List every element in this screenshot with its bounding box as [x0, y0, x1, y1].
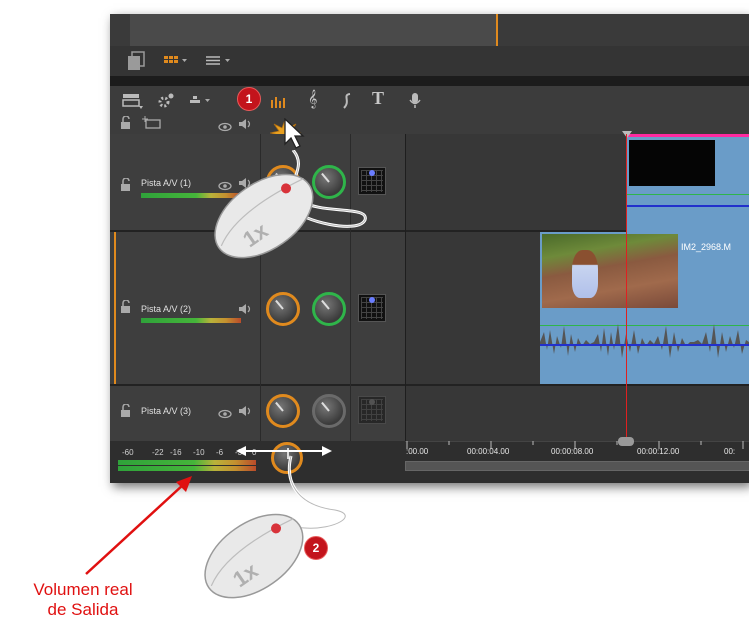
lock-icon[interactable]	[120, 115, 132, 130]
storyboard-icon[interactable]	[126, 51, 146, 71]
ruler-time-4: 00:00:04.00	[467, 447, 510, 456]
eye-icon[interactable]	[218, 406, 232, 419]
title-icon[interactable]: T	[372, 89, 384, 107]
grid-view-icon[interactable]	[164, 55, 188, 69]
lock-icon[interactable]	[120, 177, 132, 192]
track-2-level-meter	[141, 318, 241, 323]
soundtrack-icon[interactable]	[340, 92, 354, 110]
clip-title: IM2_2968.M	[681, 242, 732, 252]
list-view-icon[interactable]	[206, 55, 238, 69]
output-scale-16: -16	[170, 448, 182, 457]
top-panel-marker	[496, 14, 498, 46]
microphone-icon[interactable]	[408, 92, 422, 110]
playhead-line	[626, 134, 627, 444]
track-3-pan-icon[interactable]	[358, 396, 386, 424]
music-icon[interactable]: 𝄞	[308, 92, 317, 108]
clip-pan-line	[540, 344, 749, 346]
speaker-icon[interactable]	[238, 404, 254, 418]
column-divider	[405, 134, 406, 441]
top-panel-area	[130, 14, 496, 46]
lock-icon[interactable]	[120, 403, 132, 418]
clip-volume-line	[627, 194, 749, 195]
track-1-clip[interactable]	[627, 134, 749, 233]
output-scale-22: -22	[152, 448, 164, 457]
annotation-arrow	[85, 476, 192, 575]
timeline-scrollbar[interactable]	[405, 461, 749, 471]
clip-thumbnail	[629, 140, 715, 186]
clip-thumbnail	[542, 234, 678, 308]
annotation-label: Volumen real de Salida	[8, 580, 158, 620]
selected-track-marker	[114, 232, 116, 384]
output-scale-60: -60	[122, 448, 134, 457]
ruler-time-12: 00:00:12.00	[637, 447, 680, 456]
settings-icon[interactable]	[156, 92, 176, 110]
track-layout-icon[interactable]	[122, 92, 144, 110]
step-1-badge: 1	[237, 87, 261, 111]
lock-icon[interactable]	[120, 299, 132, 314]
ruler-time-16: 00:	[724, 447, 736, 456]
clip-pan-line	[627, 205, 749, 207]
panel-separator	[110, 76, 749, 86]
top-panel-strip	[110, 14, 749, 46]
playhead-marker[interactable]	[622, 126, 632, 138]
timeline-toolbar: 1 𝄞 T	[110, 86, 749, 148]
mouse-1-illustration: 1x	[214, 150, 367, 259]
playhead-handle[interactable]	[618, 437, 634, 446]
track-3-label: Pista A/V (3)	[141, 406, 192, 416]
speaker-icon[interactable]	[238, 117, 254, 131]
annotation-line-1: Volumen real	[33, 580, 133, 599]
add-track-icon[interactable]	[142, 116, 162, 130]
track-2-label: Pista A/V (2)	[141, 304, 192, 314]
annotation-line-2: de Salida	[47, 600, 119, 619]
view-bar	[110, 46, 749, 76]
ruler-time-8: 00:00:08.00	[551, 447, 594, 456]
clip-thumbnail-figure	[572, 250, 598, 298]
ruler-time-0: :00.00	[406, 447, 429, 456]
step-2-badge: 2	[304, 536, 328, 560]
mouse-2-illustration: 1x	[204, 455, 347, 599]
track-3-volume-knob[interactable]	[266, 394, 300, 428]
clip-audio-waveform	[540, 324, 749, 358]
cursor-icon	[284, 117, 306, 150]
audio-mixer-icon[interactable]	[270, 94, 288, 110]
snap-icon[interactable]	[188, 94, 214, 108]
track-1-label: Pista A/V (1)	[141, 178, 192, 188]
eye-icon[interactable]	[218, 119, 232, 132]
track-3-gain-knob[interactable]	[312, 394, 346, 428]
track-divider	[110, 384, 749, 386]
track-2-clip[interactable]: IM2_2968.M	[540, 232, 749, 384]
